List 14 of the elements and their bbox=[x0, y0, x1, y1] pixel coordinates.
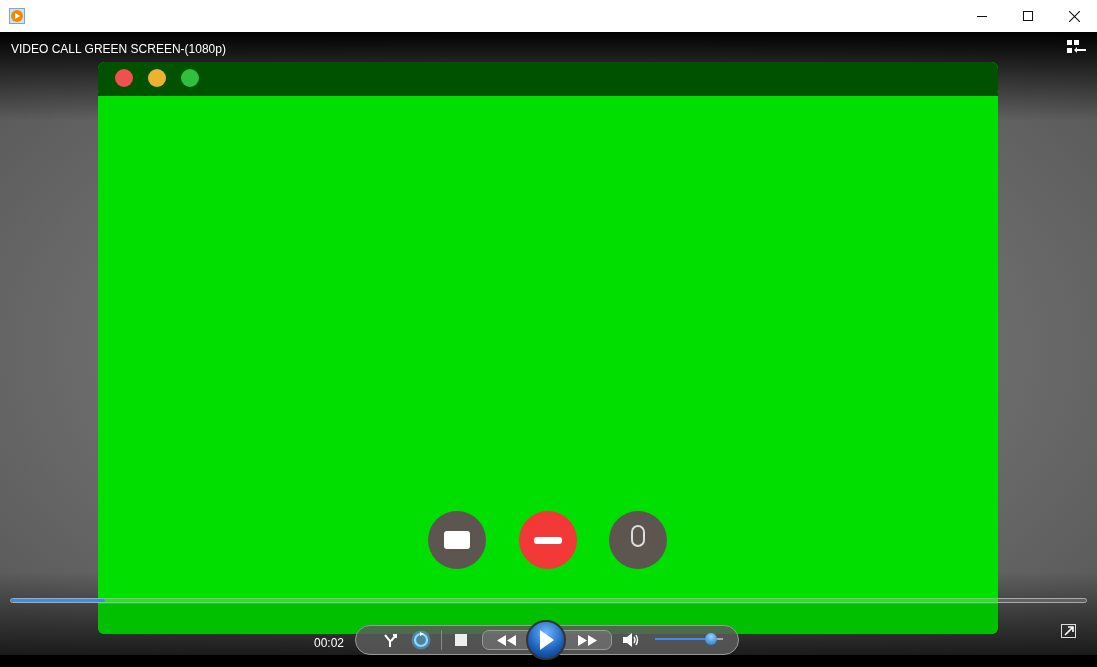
maximize-icon bbox=[1023, 11, 1033, 21]
elapsed-time: 00:02 bbox=[314, 635, 345, 652]
minimize-icon bbox=[977, 15, 987, 17]
close-icon bbox=[1068, 10, 1080, 22]
seek-bar[interactable] bbox=[10, 598, 1087, 603]
volume-icon[interactable] bbox=[623, 633, 641, 647]
play-icon bbox=[538, 630, 554, 650]
repeat-icon[interactable] bbox=[411, 630, 431, 650]
shuffle-icon[interactable] bbox=[383, 633, 398, 648]
app-icon bbox=[9, 8, 25, 24]
video-title: VIDEO CALL GREEN SCREEN-(1080p) bbox=[11, 41, 226, 58]
compact-mode-icon[interactable] bbox=[1067, 40, 1086, 54]
next-button[interactable] bbox=[562, 630, 612, 650]
popout-icon[interactable] bbox=[1061, 624, 1076, 638]
